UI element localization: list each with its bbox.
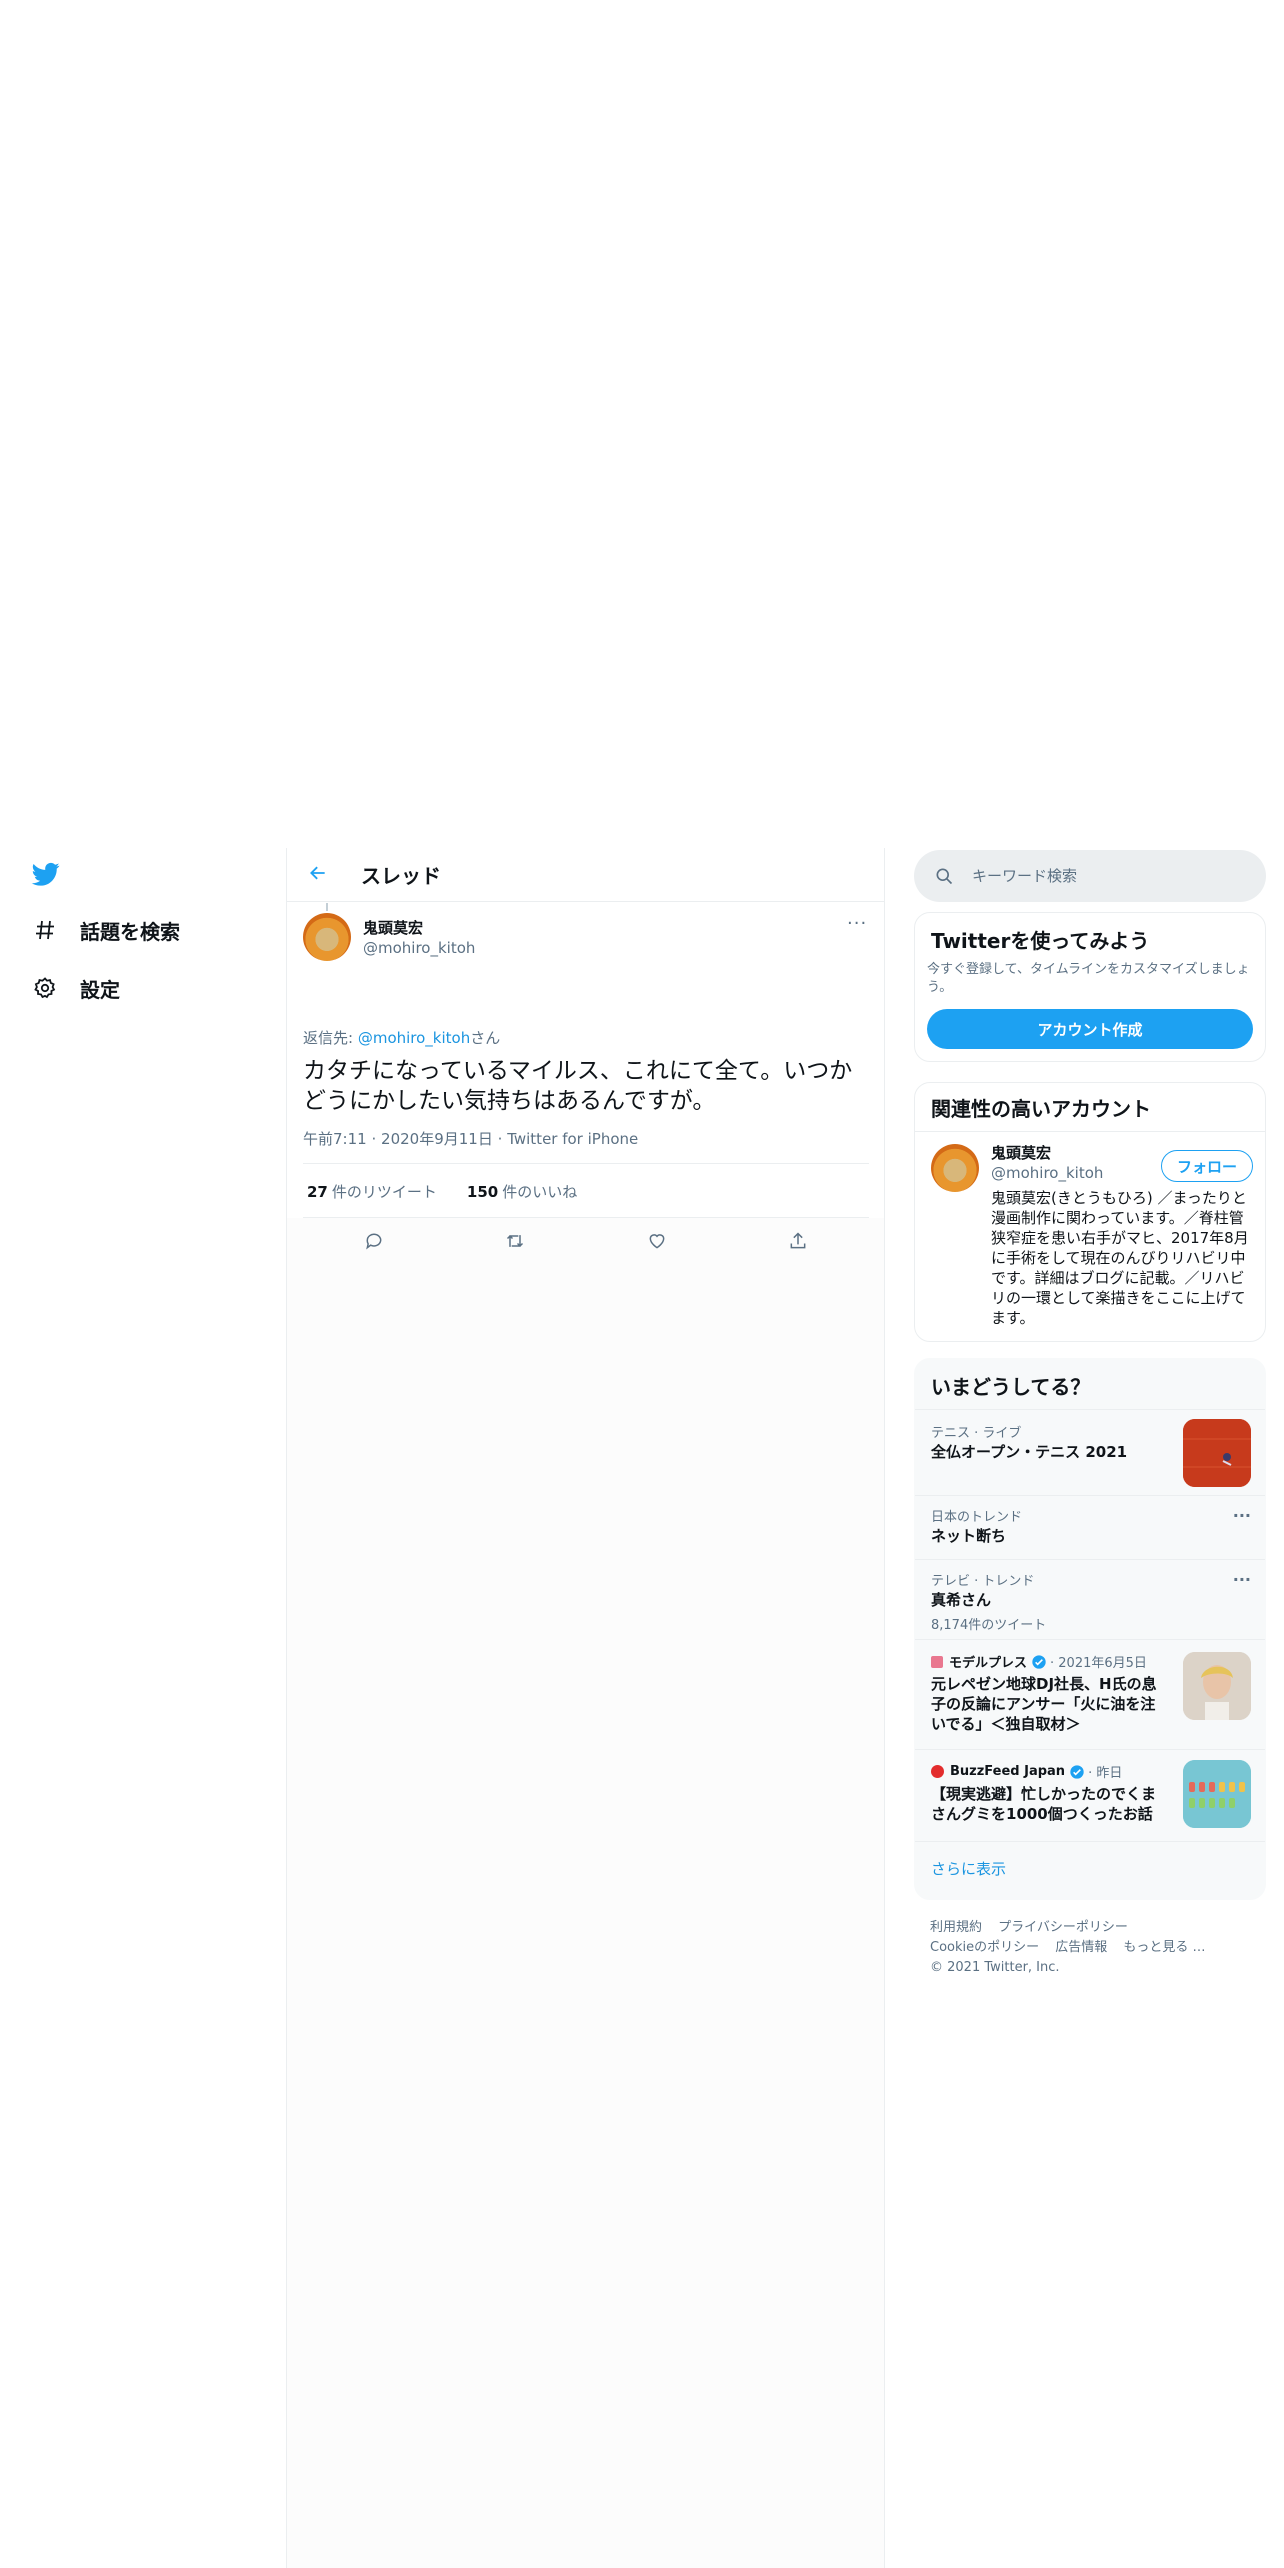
tweet-date-link[interactable]: 2020年9月11日 [381,1130,493,1148]
reply-button[interactable] [355,1224,393,1262]
footer-links: 利用規約 プライバシーポリシー Cookieのポリシー 広告情報 もっと見る …… [930,1918,1250,1978]
related-title: 関連性の高いアカウント [931,1097,1151,1121]
tweet-actions [303,1218,869,1268]
gear-icon [30,973,60,1003]
twitter-bird-icon[interactable] [30,860,64,890]
more-options-icon[interactable]: ··· [1233,1506,1251,1525]
trend-item[interactable]: 日本のトレンド ネット断ち ··· [915,1495,1265,1559]
thread-column: スレッド 鬼頭莫宏 @mohiro_kitoh ··· 返信先: @mohiro… [286,848,885,1250]
buzzfeed-logo-icon [931,1765,944,1778]
reply-icon [364,1231,384,1255]
news-source: BuzzFeed Japan · 昨日 [931,1762,1122,1781]
timeline-empty-area [286,1218,885,2568]
retweet-count-link[interactable]: 27 件のリツイート [307,1181,437,1202]
news-title: 元レペゼン地球DJ社長、H氏の息子の反論にアンサー「火に油を注いでる」＜独自取材… [931,1675,1157,1733]
hashtag-icon [30,915,60,945]
more-link[interactable]: もっと見る … [1123,1940,1205,1955]
follow-button[interactable]: フォロー [1161,1150,1253,1182]
reply-to: 返信先: @mohiro_kitohさん [303,1029,501,1047]
search-bar[interactable] [914,850,1266,902]
related-accounts-card: 関連性の高いアカウント 鬼頭莫宏 @mohiro_kitoh フォロー 鬼頭莫宏… [914,1082,1266,1342]
tweet-time-link[interactable]: 午前7:11 [303,1130,367,1148]
modelpress-logo-icon [931,1655,943,1668]
like-button[interactable] [638,1224,676,1262]
related-account-name[interactable]: 鬼頭莫宏 [991,1142,1051,1163]
cookie-link[interactable]: Cookieのポリシー [930,1940,1039,1955]
more-options-icon[interactable]: ··· [1233,1570,1251,1589]
person-photo-thumbnail [1183,1652,1251,1720]
gummy-bears-thumbnail [1183,1760,1251,1828]
nav-item-label: 設定 [80,977,120,1002]
nav-item-explore[interactable]: 話題を検索 [30,908,180,952]
trends-title: いまどうしてる？ [931,1375,1091,1399]
retweet-button[interactable] [496,1224,534,1262]
trend-item[interactable]: テニス · ライブ 全仏オープン・テニス 2021 [915,1409,1265,1495]
thread-header: スレッド [287,848,885,902]
more-options-icon[interactable]: ··· [847,913,867,934]
heart-icon [647,1231,667,1255]
copyright: © 2021 Twitter, Inc. [930,1960,1060,1975]
trend-title: 全仏オープン・テニス 2021 [931,1443,1128,1461]
related-account-item[interactable]: 鬼頭莫宏 @mohiro_kitoh フォロー 鬼頭莫宏(きとうもひろ) ／まっ… [915,1132,1265,1341]
trend-category: テレビ · トレンド [931,1574,1035,1589]
trends-card: いまどうしてる？ テニス · ライブ 全仏オープン・テニス 2021 日本のトレ… [914,1358,1266,1900]
trend-title: 真希さん [931,1591,992,1609]
create-account-button[interactable]: アカウント作成 [927,1009,1253,1049]
reply-to-handle-link[interactable]: @mohiro_kitoh [358,1029,470,1047]
share-icon [788,1231,808,1255]
share-button[interactable] [779,1224,817,1262]
privacy-link[interactable]: プライバシーポリシー [998,1920,1128,1935]
news-item[interactable]: BuzzFeed Japan · 昨日 【現実逃避】忙しかったのでくまさんグミを… [915,1749,1265,1841]
trend-category: 日本のトレンド [931,1510,1023,1525]
nav-item-label: 話題を検索 [80,919,180,944]
author-handle[interactable]: @mohiro_kitoh [363,938,475,957]
like-count-link[interactable]: 150 件のいいね [467,1181,577,1202]
nav-item-settings[interactable]: 設定 [30,966,120,1010]
news-item[interactable]: モデルプレス · 2021年6月5日 元レペゼン地球DJ社長、H氏の息子の反論に… [915,1639,1265,1749]
ads-info-link[interactable]: 広告情報 [1055,1940,1107,1955]
show-more-link[interactable]: さらに表示 [931,1858,1006,1879]
arrow-left-icon [308,863,328,887]
trend-item[interactable]: テレビ · トレンド 真希さん 8,174件のツイート ··· [915,1559,1265,1639]
thread-connector [326,903,328,911]
verified-badge-icon [1032,1654,1046,1669]
search-input[interactable] [972,867,1232,885]
tennis-court-thumbnail [1183,1419,1251,1487]
page-title: スレッド [361,864,441,888]
tweet-timestamp: 午前7:11 · 2020年9月11日 · Twitter for iPhone [303,1130,639,1148]
related-account-bio: 鬼頭莫宏(きとうもひろ) ／まったりと漫画制作に関わっています。／脊柱管狭窄症を… [991,1189,1249,1327]
retweet-icon [504,1231,526,1255]
trend-category: テニス · ライブ [931,1426,1022,1441]
trend-title: ネット断ち [931,1527,1007,1545]
search-icon [934,866,954,886]
tweet-client-link[interactable]: Twitter for iPhone [507,1130,638,1148]
signup-card: Twitterを使ってみよう 今すぐ登録して、タイムラインをカスタマイズしましょ… [914,912,1266,1062]
divider [303,1163,869,1164]
signup-description: 今すぐ登録して、タイムラインをカスタマイズしましょう。 [927,962,1250,995]
tweet-stats: 27 件のリツイート 150 件のいいね [307,1181,577,1202]
news-source: モデルプレス · 2021年6月5日 [931,1652,1147,1671]
author-name[interactable]: 鬼頭莫宏 [363,917,423,938]
verified-badge-icon [1070,1764,1084,1779]
trend-tweet-count: 8,174件のツイート [931,1618,1047,1633]
terms-link[interactable]: 利用規約 [930,1920,982,1935]
show-more-row[interactable]: さらに表示 [915,1841,1265,1899]
tweet-text: カタチになっているマイルス、これにて全て。いつかどうにかしたい気持ちはあるんです… [303,1058,853,1114]
avatar[interactable] [931,1144,979,1192]
back-button[interactable] [301,858,335,892]
news-title: 【現実逃避】忙しかったのでくまさんグミを1000個つくったお話 [931,1785,1157,1823]
related-account-handle[interactable]: @mohiro_kitoh [991,1164,1103,1182]
avatar[interactable] [303,913,351,961]
signup-title: Twitterを使ってみよう [931,929,1150,953]
